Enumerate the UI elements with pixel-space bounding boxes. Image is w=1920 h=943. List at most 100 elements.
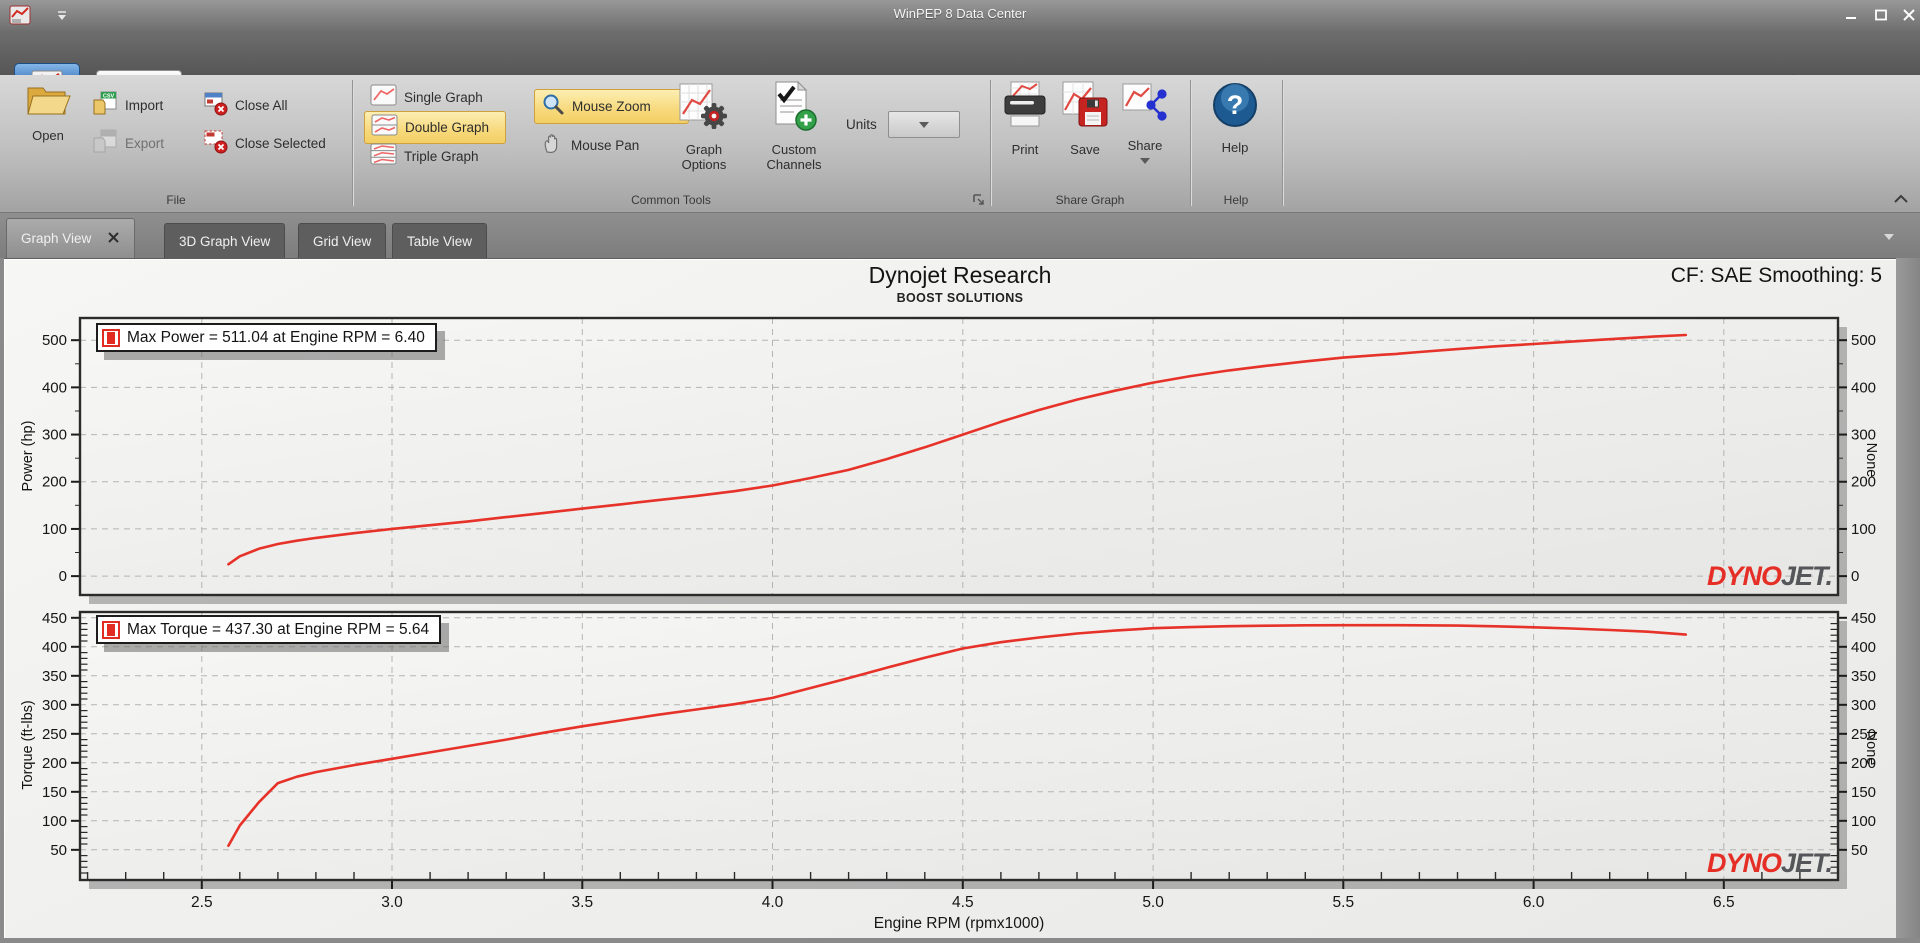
tab-3d-graph-view[interactable]: 3D Graph View	[164, 223, 286, 258]
svg-text:400: 400	[42, 379, 67, 396]
share-label: Share	[1127, 138, 1163, 153]
svg-text:450: 450	[1851, 610, 1876, 627]
common-tools-group-label: Common Tools	[631, 193, 711, 207]
torque-series-swatch	[102, 620, 120, 639]
view-tab-strip: Graph View 3D Graph View Grid View Table…	[0, 213, 1920, 258]
svg-text:5.0: 5.0	[1142, 894, 1164, 911]
chart-layer: Dynojet Research BOOST SOLUTIONS CF: SAE…	[0, 258, 1920, 938]
tab-table-view[interactable]: Table View	[392, 223, 488, 258]
chart-subtitle: BOOST SOLUTIONS	[896, 291, 1024, 305]
svg-text:400: 400	[1851, 639, 1876, 656]
units-dropdown[interactable]	[888, 111, 960, 138]
import-csv-icon: CSV	[92, 90, 118, 121]
chart-title: Dynojet Research	[868, 262, 1052, 288]
export-csv-icon	[92, 128, 118, 159]
svg-text:2.5: 2.5	[191, 894, 213, 911]
ribbon-body: Open CSV Import Export Close All Close S…	[0, 75, 1920, 213]
title-bar: WinPEP 8 Data Center	[0, 0, 1920, 30]
ribbon-collapse-chevron-icon[interactable]	[1892, 192, 1910, 204]
svg-text:200: 200	[42, 755, 67, 772]
svg-text:0: 0	[59, 568, 67, 585]
svg-text:6.0: 6.0	[1523, 894, 1545, 911]
triple-graph-icon	[370, 143, 397, 170]
svg-text:150: 150	[42, 784, 67, 801]
common-tools-dialog-launcher-icon[interactable]	[972, 193, 986, 207]
single-graph-button[interactable]: Single Graph	[364, 82, 506, 113]
export-button[interactable]: Export	[86, 126, 170, 161]
torque-legend-text: Max Torque = 437.30 at Engine RPM = 5.64	[127, 620, 430, 638]
power-legend-text: Max Power = 511.04 at Engine RPM = 6.40	[127, 328, 425, 346]
custom-channels-button[interactable]: Custom Channels	[750, 80, 838, 172]
dynojet-logo: DYNOJET.	[1706, 848, 1833, 878]
close-all-button[interactable]: Close All	[196, 88, 294, 123]
svg-text:400: 400	[42, 639, 67, 656]
mouse-zoom-label: Mouse Zoom	[572, 99, 651, 114]
graph-options-button[interactable]: Graph Options	[662, 80, 746, 172]
close-all-icon	[202, 90, 228, 121]
custom-channels-icon	[768, 80, 820, 139]
tab-graph-view[interactable]: Graph View	[6, 218, 136, 258]
single-graph-icon	[370, 84, 397, 111]
svg-text:100: 100	[42, 813, 67, 830]
tab-close-icon[interactable]	[107, 231, 120, 247]
double-graph-button[interactable]: Double Graph	[364, 111, 506, 144]
group-divider	[1190, 80, 1192, 206]
print-button[interactable]: Print	[996, 80, 1054, 157]
triple-graph-button[interactable]: Triple Graph	[364, 141, 506, 172]
group-divider	[1282, 80, 1284, 206]
help-group-label: Help	[1223, 193, 1249, 207]
minimize-button[interactable]	[1838, 6, 1864, 24]
export-label: Export	[125, 136, 165, 151]
open-label: Open	[32, 128, 64, 143]
save-label: Save	[1070, 142, 1100, 157]
charts-canvas[interactable]: 0 0100 100200 200300 300400 400500 50050 50100 1…	[0, 258, 1920, 938]
svg-text:350: 350	[42, 668, 67, 685]
share-button[interactable]: Share	[1116, 80, 1174, 164]
svg-text:200: 200	[42, 474, 67, 491]
hand-pan-icon	[540, 131, 564, 160]
import-label: Import	[125, 98, 164, 113]
units-label: Units	[846, 117, 877, 132]
close-all-label: Close All	[235, 98, 288, 113]
mouse-pan-label: Mouse Pan	[571, 138, 640, 153]
import-button[interactable]: CSV Import	[86, 88, 169, 123]
window-title: WinPEP 8 Data Center	[893, 6, 1027, 21]
svg-text:4.0: 4.0	[762, 894, 784, 911]
close-selected-icon	[202, 128, 228, 159]
double-graph-label: Double Graph	[405, 120, 490, 135]
ribbon-tab-row: Home Data Windows	[0, 30, 1920, 105]
single-graph-label: Single Graph	[404, 90, 483, 105]
svg-text:4.5: 4.5	[952, 894, 974, 911]
tab-grid-view[interactable]: Grid View	[298, 223, 387, 258]
svg-text:?: ?	[1227, 90, 1244, 120]
close-button[interactable]	[1896, 6, 1920, 24]
triple-graph-label: Triple Graph	[404, 149, 479, 164]
group-divider	[352, 80, 354, 206]
custom-channels-label: Custom Channels	[766, 142, 822, 172]
dynojet-logo: DYNOJET.	[1706, 561, 1833, 591]
share-dropdown-caret-icon[interactable]	[1140, 158, 1150, 164]
svg-text:6.5: 6.5	[1713, 894, 1735, 911]
svg-text:CSV: CSV	[103, 94, 115, 100]
close-selected-label: Close Selected	[235, 136, 326, 151]
graph-options-icon	[678, 80, 730, 139]
printer-icon	[1001, 80, 1049, 139]
maximize-button[interactable]	[1868, 6, 1894, 24]
torque-y-axis-label: Torque (ft-lbs)	[20, 700, 36, 790]
power-legend: Max Power = 511.04 at Engine RPM = 6.40	[96, 323, 437, 352]
svg-text:5.5: 5.5	[1333, 894, 1355, 911]
svg-text:300: 300	[42, 697, 67, 714]
save-button[interactable]: Save	[1058, 80, 1112, 157]
tab-overflow-caret-icon[interactable]	[1884, 234, 1894, 240]
x-axis-title: Engine RPM (rpmx1000)	[874, 915, 1045, 932]
share-icon	[1121, 80, 1169, 135]
open-button[interactable]: Open	[16, 80, 80, 182]
svg-text:0: 0	[1851, 568, 1859, 585]
file-group-label: File	[166, 193, 186, 207]
help-button[interactable]: ? Help	[1206, 80, 1264, 155]
svg-text:50: 50	[50, 842, 67, 859]
svg-text:450: 450	[42, 610, 67, 627]
help-icon: ?	[1210, 80, 1260, 137]
torque-right-axis-label: None	[1863, 730, 1879, 766]
close-selected-button[interactable]: Close Selected	[196, 126, 332, 161]
